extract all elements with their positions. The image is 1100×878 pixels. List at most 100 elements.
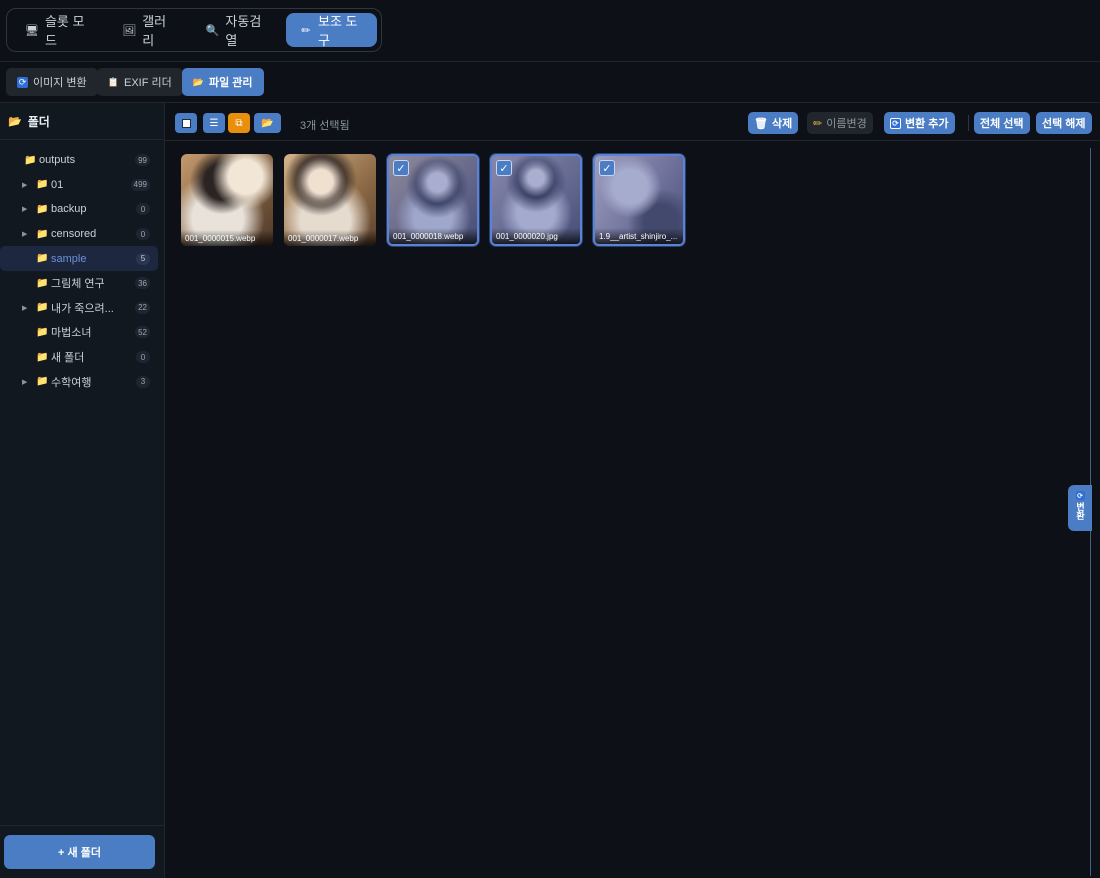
subtab-label: 파일 관리 bbox=[209, 77, 253, 89]
file-thumbnail-selected[interactable]: ✓ 001_0000018.webp bbox=[387, 154, 479, 246]
folder-icon: 📁 bbox=[36, 302, 49, 314]
grid-view-button[interactable]: ⧉ bbox=[228, 113, 250, 133]
select-all-label: 전체 선택 bbox=[980, 118, 1024, 130]
folder-label: sample bbox=[51, 252, 87, 265]
folder-label: 내가 죽으려... bbox=[51, 302, 114, 315]
convert-panel-label: 변환 bbox=[1075, 502, 1085, 520]
delete-button[interactable]: 🗑 삭제 bbox=[748, 112, 799, 134]
trash-icon: 🗑 bbox=[754, 117, 768, 130]
folder-label: 01 bbox=[51, 178, 64, 191]
expand-arrow-icon[interactable]: ▶ bbox=[22, 378, 27, 386]
file-thumbnail-selected[interactable]: ✓ 1.9__artist_shinjiro_... bbox=[593, 154, 685, 246]
checkmark-icon[interactable]: ✓ bbox=[599, 160, 615, 176]
checkbox-mode-button[interactable] bbox=[175, 113, 197, 133]
tree-item-01[interactable]: ▶ 📁 01 499 bbox=[0, 173, 158, 198]
magnifier-icon: 🔍 bbox=[205, 24, 220, 37]
tree-item-school-trip[interactable]: ▶ 📁 수학여행 3 bbox=[0, 369, 158, 394]
tab-label: 보조 도구 bbox=[318, 14, 358, 48]
file-name: 001_0000018.webp bbox=[389, 228, 477, 244]
folder-icon: 📁 bbox=[36, 376, 49, 388]
subtab-exif-reader[interactable]: 📋 EXIF 리더 bbox=[97, 68, 183, 96]
folder-tree: 📁 outputs 99 ▶ 📁 01 499 ▶ 📁 backup 0 ▶ 📁… bbox=[0, 140, 164, 394]
folder-icon: 📁 bbox=[36, 351, 49, 363]
convert-icon: ⟳ bbox=[1075, 491, 1085, 500]
folder-count: 0 bbox=[136, 203, 150, 216]
folder-label: 수학여행 bbox=[51, 376, 92, 389]
tree-item-backup[interactable]: ▶ 📁 backup 0 bbox=[0, 197, 158, 222]
folder-label: 새 폴더 bbox=[51, 352, 85, 365]
tab-slot-mode[interactable]: 🖥 슬롯 모드 bbox=[11, 13, 102, 48]
folder-sidebar: 📂 폴더 📁 outputs 99 ▶ 📁 01 499 ▶ 📁 backup … bbox=[0, 103, 165, 878]
tab-gallery[interactable]: 🖼 갤러리 bbox=[108, 13, 185, 48]
toolbar-divider bbox=[968, 115, 969, 131]
rename-label: 이름변경 bbox=[826, 118, 867, 130]
subtab-label: EXIF 리더 bbox=[124, 77, 172, 89]
add-convert-button[interactable]: ⟳ 변환 추가 bbox=[884, 112, 955, 134]
subtab-image-convert[interactable]: ⟳ 이미지 변환 bbox=[6, 68, 98, 96]
expand-arrow-icon[interactable]: ▶ bbox=[22, 181, 27, 189]
folder-label: backup bbox=[51, 203, 87, 216]
deselect-label: 선택 해제 bbox=[1042, 118, 1086, 130]
deselect-button[interactable]: 선택 해제 bbox=[1036, 112, 1092, 134]
subtab-label: 이미지 변환 bbox=[33, 77, 87, 89]
tree-item-new-folder[interactable]: 📁 새 폴더 0 bbox=[0, 345, 158, 370]
folder-label: censored bbox=[51, 228, 97, 241]
file-thumbnail[interactable]: 001_0000017.webp bbox=[284, 154, 376, 246]
folder-count: 36 bbox=[135, 277, 150, 290]
convert-panel-toggle[interactable]: ⟳ 변환 bbox=[1068, 485, 1092, 531]
folder-icon: 📁 bbox=[24, 154, 37, 166]
tab-tools[interactable]: ✏ 보조 도구 bbox=[285, 13, 378, 48]
tab-auto-censor[interactable]: 🔍 자동검열 bbox=[192, 13, 280, 48]
tree-item-outputs[interactable]: 📁 outputs 99 bbox=[0, 148, 158, 173]
folder-count: 52 bbox=[135, 326, 150, 339]
top-navigation: 🖥 슬롯 모드 🖼 갤러리 🔍 자동검열 ✏ 보조 도구 bbox=[0, 0, 1100, 62]
rename-button[interactable]: ✏ 이름변경 bbox=[807, 112, 873, 134]
file-manager-main: ☰ ⧉ 📂 3개 선택됨 🗑 삭제 ✏ 이름변경 ⟳ 변환 추가 전체 선택 선… bbox=[165, 103, 1100, 878]
list-view-button[interactable]: ☰ bbox=[203, 113, 225, 133]
file-name: 1.9__artist_shinjiro_... bbox=[595, 228, 683, 244]
folder-icon: 📁 bbox=[36, 179, 49, 191]
folder-label: 그림체 연구 bbox=[51, 278, 105, 291]
mode-tab-group: 🖥 슬롯 모드 🖼 갤러리 🔍 자동검열 ✏ 보조 도구 bbox=[6, 8, 382, 52]
convert-icon: ⟳ bbox=[890, 117, 901, 129]
folder-count: 0 bbox=[136, 351, 150, 364]
folder-icon: 📁 bbox=[36, 228, 49, 240]
file-name: 001_0000017.webp bbox=[284, 230, 376, 246]
tree-item-magical-girl[interactable]: 📁 마법소녀 52 bbox=[0, 320, 158, 345]
expand-arrow-icon[interactable]: ▶ bbox=[22, 230, 27, 238]
subtab-file-manager[interactable]: 📂 파일 관리 bbox=[182, 68, 264, 96]
sidebar-title: 폴더 bbox=[27, 114, 50, 129]
tool-subtabs: ⟳ 이미지 변환 📋 EXIF 리더 📂 파일 관리 bbox=[0, 62, 1100, 103]
tree-item-sample[interactable]: 📁 sample 5 bbox=[0, 246, 158, 271]
folder-label: 마법소녀 bbox=[51, 327, 92, 340]
add-convert-label: 변환 추가 bbox=[905, 118, 949, 130]
folder-icon: 📁 bbox=[36, 277, 49, 289]
tab-label: 갤러리 bbox=[142, 14, 167, 48]
folder-icon: 📁 bbox=[36, 203, 49, 215]
expand-arrow-icon[interactable]: ▶ bbox=[22, 205, 27, 213]
square-icon bbox=[181, 118, 191, 128]
pencil-icon: ✏ bbox=[301, 24, 311, 37]
clipboard-icon: 📋 bbox=[107, 76, 120, 87]
folder-open-icon: 📂 bbox=[261, 117, 274, 129]
file-thumbnail-selected[interactable]: ✓ 001_0000020.jpg bbox=[490, 154, 582, 246]
convert-icon: ⟳ bbox=[17, 76, 28, 88]
folder-icon: 📁 bbox=[36, 253, 49, 265]
expand-arrow-icon[interactable]: ▶ bbox=[22, 304, 27, 312]
delete-label: 삭제 bbox=[771, 118, 793, 130]
tree-item-folder-7[interactable]: ▶ 📁 내가 죽으려... 22 bbox=[0, 296, 158, 321]
select-all-button[interactable]: 전체 선택 bbox=[974, 112, 1030, 134]
folder-count: 3 bbox=[136, 375, 150, 388]
checkmark-icon[interactable]: ✓ bbox=[393, 160, 409, 176]
open-folder-button[interactable]: 📂 bbox=[254, 113, 281, 133]
new-folder-button[interactable]: + 새 폴더 bbox=[4, 835, 155, 869]
tree-item-censored[interactable]: ▶ 📁 censored 0 bbox=[0, 222, 158, 247]
tree-item-style-study[interactable]: 📁 그림체 연구 36 bbox=[0, 271, 158, 296]
folder-count: 0 bbox=[136, 228, 150, 241]
list-icon: ☰ bbox=[209, 117, 219, 129]
folder-label: outputs bbox=[39, 154, 76, 167]
file-name: 001_0000020.jpg bbox=[492, 228, 580, 244]
checkmark-icon[interactable]: ✓ bbox=[496, 160, 512, 176]
file-thumbnail[interactable]: 001_0000015.webp bbox=[181, 154, 273, 246]
tab-label: 슬롯 모드 bbox=[44, 14, 85, 48]
